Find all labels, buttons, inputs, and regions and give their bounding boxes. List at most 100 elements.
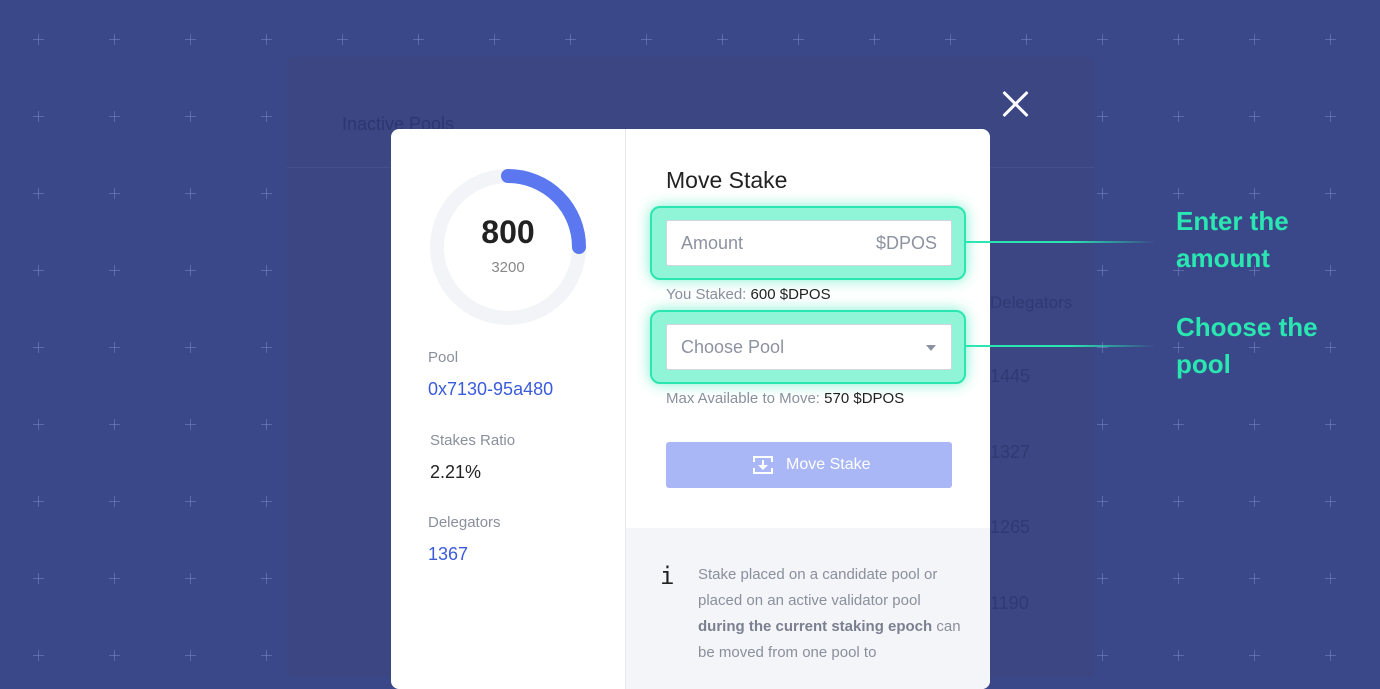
info-text: Stake placed on a candidate pool or plac… <box>698 562 968 666</box>
pool-select-placeholder: Choose Pool <box>681 337 785 357</box>
background-plus-mark <box>1097 188 1108 199</box>
background-plus-mark <box>33 573 44 584</box>
delegators-link[interactable]: 1367 <box>428 544 468 565</box>
background-plus-mark <box>337 34 348 45</box>
pool-address-link[interactable]: 0x7130-95a480 <box>428 379 553 400</box>
stakes-ratio-value: 2.21% <box>430 462 482 482</box>
background-plus-mark <box>261 111 272 122</box>
you-staked-text: You Staked: 600 $DPOS <box>666 286 831 303</box>
background-plus-mark <box>1325 650 1336 661</box>
background-plus-mark <box>185 111 196 122</box>
background-plus-mark <box>1325 496 1336 507</box>
background-plus-mark <box>33 188 44 199</box>
modal-title: Move Stake <box>666 167 788 193</box>
background-plus-mark <box>109 650 120 661</box>
pool-annotation-line2: pool <box>1176 349 1231 379</box>
background-plus-mark <box>33 419 44 430</box>
amount-annotation-line2: amount <box>1176 243 1270 273</box>
background-plus-mark <box>185 265 196 276</box>
background-plus-mark <box>869 34 880 45</box>
background-plus-mark <box>1325 573 1336 584</box>
background-plus-mark <box>185 650 196 661</box>
max-available-label: Max Available to Move: <box>666 390 820 407</box>
background-plus-mark <box>1325 188 1336 199</box>
background-plus-mark <box>1173 34 1184 45</box>
background-plus-mark <box>109 573 120 584</box>
background-plus-mark <box>1173 188 1184 199</box>
pool-label: Pool <box>428 349 459 366</box>
background-plus-mark <box>261 573 272 584</box>
background-plus-mark <box>109 342 120 353</box>
background-plus-mark <box>261 188 272 199</box>
background-value: 1327 <box>990 442 1031 462</box>
amount-unit: $DPOS <box>875 233 937 253</box>
background-plus-mark <box>33 111 44 122</box>
pool-connector-line <box>966 345 1156 347</box>
background-plus-mark <box>413 34 424 45</box>
background-plus-mark <box>1325 34 1336 45</box>
background-value: 1445 <box>990 366 1031 386</box>
chevron-down-icon <box>926 345 936 351</box>
background-plus-mark <box>945 34 956 45</box>
pool-select[interactable]: Choose Pool <box>666 324 952 370</box>
background-plus-mark <box>185 573 196 584</box>
background-plus-mark <box>793 34 804 45</box>
pool-summary-panel: 800 3200 Pool 0x7130-95a480 Stakes Ratio… <box>391 129 626 689</box>
gauge-total-value: 3200 <box>491 259 525 276</box>
background-plus-mark <box>1325 111 1336 122</box>
background-plus-mark <box>1173 419 1184 430</box>
background-plus-mark <box>1097 34 1108 45</box>
move-stake-button[interactable]: Move Stake <box>666 442 952 488</box>
background-plus-mark <box>33 496 44 507</box>
background-plus-mark <box>33 342 44 353</box>
background-plus-mark <box>1249 111 1260 122</box>
amount-input[interactable]: Amount $DPOS <box>666 220 952 266</box>
delegators-label: Delegators <box>428 514 501 531</box>
background-plus-mark <box>565 34 576 45</box>
background-plus-mark <box>261 342 272 353</box>
background-plus-mark <box>109 111 120 122</box>
background-plus-mark <box>1097 496 1108 507</box>
background-plus-mark <box>185 496 196 507</box>
background-plus-mark <box>185 419 196 430</box>
background-plus-mark <box>1097 573 1108 584</box>
background-plus-mark <box>261 650 272 661</box>
background-plus-mark <box>109 34 120 45</box>
info-text-bold: during the current staking epoch <box>698 618 933 635</box>
background-plus-mark <box>1097 265 1108 276</box>
max-available-value: 570 $DPOS <box>824 390 905 407</box>
background-plus-mark <box>185 34 196 45</box>
you-staked-value: 600 $DPOS <box>750 286 831 303</box>
background-plus-mark <box>1097 111 1108 122</box>
background-plus-mark <box>185 342 196 353</box>
gauge-staked-value: 800 <box>481 214 535 250</box>
background-plus-mark <box>261 34 272 45</box>
background-plus-mark <box>1173 111 1184 122</box>
max-available-text: Max Available to Move: 570 $DPOS <box>666 390 904 407</box>
close-icon[interactable] <box>1000 89 1030 119</box>
background-plus-mark <box>1249 496 1260 507</box>
background-plus-mark <box>1325 265 1336 276</box>
background-plus-mark <box>489 34 500 45</box>
background-plus-mark <box>1021 34 1032 45</box>
background-plus-mark <box>109 496 120 507</box>
background-plus-mark <box>185 188 196 199</box>
pool-annotation-line1: Choose the <box>1176 312 1318 342</box>
background-plus-mark <box>1173 650 1184 661</box>
amount-annotation: Enter the amount <box>1176 203 1289 277</box>
background-plus-mark <box>641 34 652 45</box>
background-plus-mark <box>109 265 120 276</box>
background-plus-mark <box>109 419 120 430</box>
background-plus-mark <box>1325 342 1336 353</box>
background-column-delegators: Delegators <box>990 293 1073 312</box>
background-plus-mark <box>717 34 728 45</box>
stakes-ratio-label: Stakes Ratio <box>430 432 516 449</box>
background-plus-mark <box>1173 573 1184 584</box>
move-stake-button-label: Move Stake <box>786 456 871 473</box>
you-staked-label: You Staked: <box>666 286 747 303</box>
background-plus-mark <box>1325 419 1336 430</box>
background-plus-mark <box>1097 342 1108 353</box>
background-plus-mark <box>1249 188 1260 199</box>
background-plus-mark <box>1249 650 1260 661</box>
move-stake-icon <box>753 456 773 474</box>
